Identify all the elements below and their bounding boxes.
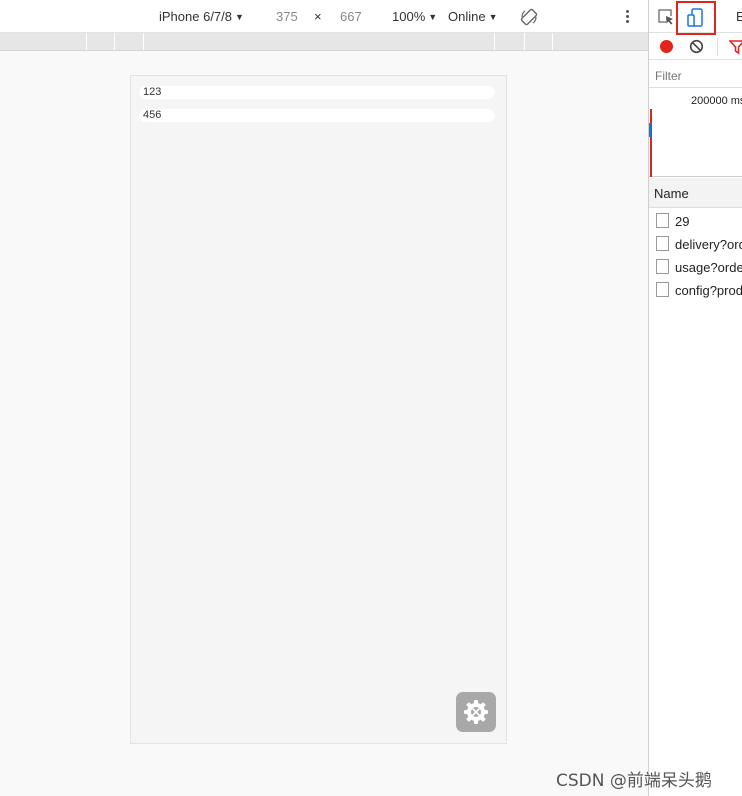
request-list: 29 delivery?order usage?order config?pro… xyxy=(649,209,742,301)
throttle-select[interactable]: Online ▼ xyxy=(448,9,498,24)
network-overview[interactable]: 200000 ms xyxy=(649,89,742,177)
devtools-tabbar: E xyxy=(649,0,742,35)
file-icon xyxy=(656,282,669,297)
list-item[interactable]: 456 xyxy=(139,109,495,122)
file-icon xyxy=(656,213,669,228)
zoom-value: 100% xyxy=(392,9,426,24)
network-toolbar xyxy=(649,34,742,60)
media-query-ruler[interactable] xyxy=(0,33,648,51)
overview-time-label: 200000 ms xyxy=(691,95,742,107)
clear-icon[interactable] xyxy=(689,39,704,54)
height-input[interactable]: 667 xyxy=(340,9,362,24)
settings-gear-button[interactable] xyxy=(456,692,496,732)
settings-gear-icon xyxy=(464,700,488,724)
overview-marker xyxy=(649,123,652,137)
rotate-icon[interactable] xyxy=(520,8,538,26)
request-name: 29 xyxy=(675,214,690,229)
name-column-label: Name xyxy=(654,186,689,201)
watermark: CSDN @前端呆头鹅 xyxy=(556,771,712,791)
device-select[interactable]: iPhone 6/7/8 ▼ xyxy=(159,9,244,24)
file-icon xyxy=(656,259,669,274)
emulated-viewport-area: 123 456 xyxy=(0,51,648,796)
device-toolbar: iPhone 6/7/8 ▼ 375 × 667 100% ▼ Online ▼ xyxy=(0,0,648,33)
device-toolbar-toggle[interactable] xyxy=(676,1,716,35)
name-column-header[interactable]: Name xyxy=(649,178,742,208)
filter-bar xyxy=(649,61,742,88)
throttle-caret-icon: ▼ xyxy=(488,12,498,22)
table-row[interactable]: config?prod xyxy=(649,278,742,301)
record-icon[interactable] xyxy=(660,40,673,53)
request-name: delivery?order xyxy=(675,237,742,252)
table-row[interactable]: delivery?order xyxy=(649,232,742,255)
table-row[interactable]: usage?order xyxy=(649,255,742,278)
kebab-menu-icon[interactable] xyxy=(620,8,634,26)
device-name: iPhone 6/7/8 xyxy=(159,9,233,24)
zoom-select[interactable]: 100% ▼ xyxy=(392,9,437,24)
devtools-window: iPhone 6/7/8▼ 375 × 667 100%▼ Online▼ xyxy=(0,0,742,796)
throttle-value: Online xyxy=(448,9,486,24)
file-icon xyxy=(656,236,669,251)
request-name: config?prod xyxy=(675,283,742,298)
width-input[interactable]: 375 xyxy=(276,9,298,24)
device-toolbar-icon xyxy=(687,8,703,27)
phone-screen: 123 456 xyxy=(130,75,507,744)
toolbar-divider xyxy=(717,38,718,56)
overview-dom-line xyxy=(650,109,652,177)
tab-elements[interactable]: E xyxy=(736,9,742,24)
table-row[interactable]: 29 xyxy=(649,209,742,232)
list-item[interactable]: 123 xyxy=(139,86,495,99)
device-select-caret-icon: ▼ xyxy=(235,12,244,22)
filter-input[interactable] xyxy=(655,69,742,83)
filter-icon[interactable] xyxy=(728,39,742,55)
devtools-panel: E 200000 ms xyxy=(648,0,742,796)
request-name: usage?order xyxy=(675,260,742,275)
dimension-separator: × xyxy=(314,9,322,24)
zoom-caret-icon: ▼ xyxy=(428,12,438,22)
inspect-element-icon[interactable] xyxy=(657,8,675,26)
